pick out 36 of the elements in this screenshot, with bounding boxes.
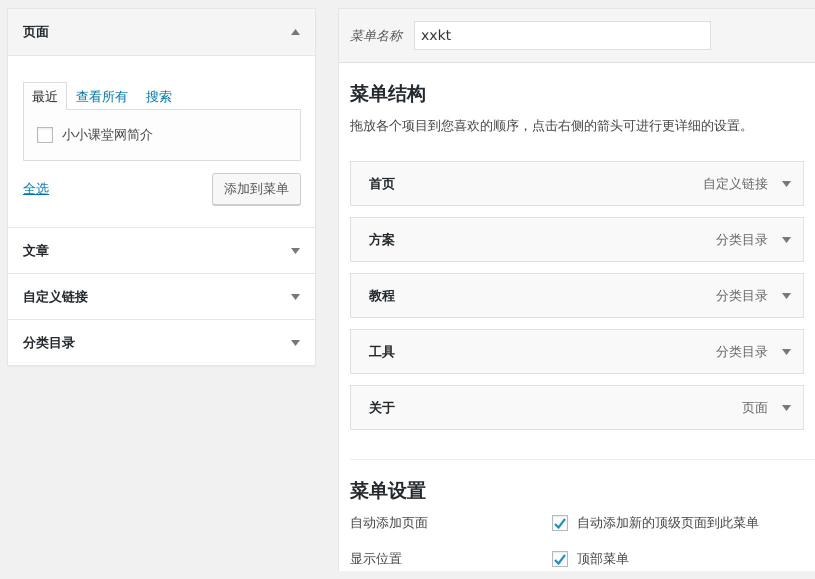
collapse-arrow-icon[interactable]: [291, 29, 300, 35]
checkbox-label: 自动添加新的顶级页面到此菜单: [577, 515, 759, 532]
menu-item[interactable]: 关于 页面: [350, 385, 804, 430]
checkbox[interactable]: [552, 515, 568, 531]
select-all-link[interactable]: 全选: [23, 180, 49, 198]
menu-name-label: 菜单名称: [350, 28, 402, 44]
expand-arrow-icon[interactable]: [782, 236, 791, 242]
expand-arrow-icon[interactable]: [782, 180, 791, 186]
expand-arrow-icon[interactable]: [291, 248, 300, 254]
expand-arrow-icon[interactable]: [782, 292, 791, 298]
section-heading: 菜单结构: [350, 82, 427, 107]
tab[interactable]: 搜索: [137, 82, 181, 110]
accordion-header[interactable]: 自定义链接: [8, 273, 315, 319]
menu-item[interactable]: 工具 分类目录: [350, 329, 804, 374]
tab[interactable]: 最近: [23, 82, 67, 110]
expand-arrow-icon[interactable]: [782, 348, 791, 354]
instructions-text: 拖放各个项目到您喜欢的顺序，点击右侧的箭头可进行更详细的设置。: [350, 118, 754, 135]
add-to-menu-button[interactable]: 添加到菜单: [212, 173, 301, 205]
checkbox[interactable]: [552, 551, 568, 567]
accordion-header[interactable]: 文章: [8, 227, 315, 273]
menu-name-field[interactable]: xxkt: [414, 21, 711, 50]
menu-item[interactable]: 教程 分类目录: [350, 273, 804, 318]
checkbox-label: 小小课堂网简介: [62, 127, 153, 144]
section-heading: 菜单设置: [350, 479, 427, 504]
checkbox-label: 顶部菜单: [577, 551, 629, 568]
menu-item[interactable]: 首页 自定义链接: [350, 161, 804, 206]
menu-item[interactable]: 方案 分类目录: [350, 217, 804, 262]
checkbox[interactable]: [37, 127, 53, 143]
accordion-header[interactable]: 页面: [8, 9, 315, 55]
setting-label: 自动添加页面: [350, 515, 429, 532]
expand-arrow-icon[interactable]: [782, 404, 791, 410]
accordion-header[interactable]: 分类目录: [8, 319, 315, 365]
expand-arrow-icon[interactable]: [291, 294, 300, 300]
tab[interactable]: 查看所有: [67, 82, 137, 110]
expand-arrow-icon[interactable]: [291, 340, 300, 346]
setting-label: 显示位置: [350, 551, 403, 568]
